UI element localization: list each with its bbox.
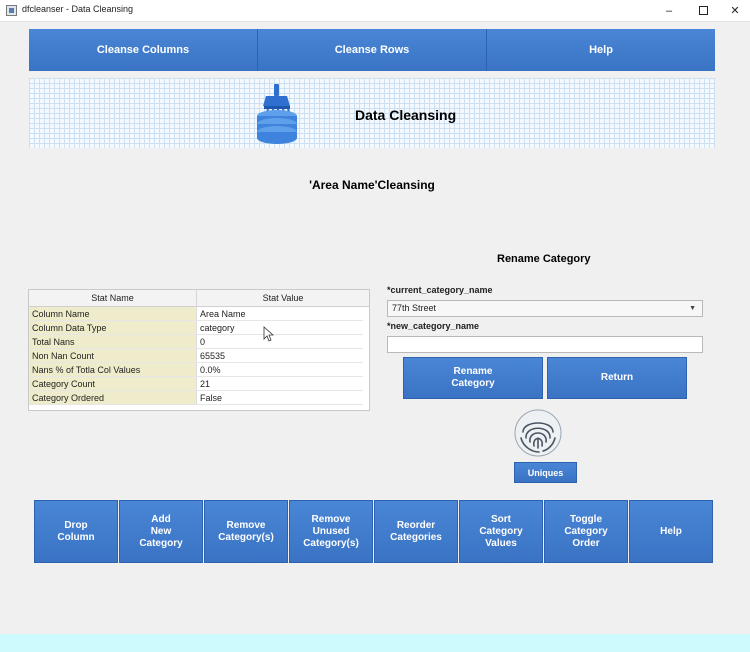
current-category-select[interactable]: 77th Street ▼ [387,300,703,317]
add-new-category-button[interactable]: Add New Category [119,500,203,563]
new-category-label: *new_category_name [387,321,480,331]
window-titlebar: dfcleanser - Data Cleansing – ✕ [0,0,750,22]
remove-unused-category-button[interactable]: Remove Unused Category(s) [289,500,373,563]
footer-bar [0,634,750,652]
chevron-down-icon: ▼ [689,305,696,312]
return-button[interactable]: Return [547,357,687,399]
help-button[interactable]: Help [629,500,713,563]
section-title: 'Area Name'Cleansing [309,178,435,192]
stat-value: 65535 [196,349,363,362]
header-stat-name: Stat Name [91,293,134,303]
cleanse-columns-button[interactable]: Cleanse Columns [29,29,258,71]
stat-value: 21 [196,377,363,390]
stat-name: Column Data Type [29,321,196,334]
database-brush-icon [257,84,297,144]
banner-title: Data Cleansing [355,107,457,123]
drop-column-button[interactable]: Drop Column [34,500,118,563]
table-row: Column Data Type category [29,321,363,335]
mouse-cursor-icon [263,326,274,342]
table-row: Column Name Area Name [29,307,363,321]
stat-value: Area Name [196,307,363,320]
current-category-label: *current_category_name [387,285,493,295]
stat-name: Column Name [29,307,196,320]
stat-value: category [196,321,363,334]
stat-name: Category Ordered [29,391,196,404]
table-row: Non Nan Count 65535 [29,349,363,363]
stat-value: 0.0% [196,363,363,376]
maximize-icon [698,6,708,15]
stats-header: Stat Name Stat Value [29,290,369,307]
stat-name: Nans % of Totla Col Values [29,363,196,376]
remove-category-button[interactable]: Remove Category(s) [204,500,288,563]
stat-name: Category Count [29,377,196,390]
fingerprint-icon [514,409,562,457]
table-row: Category Ordered False [29,391,363,405]
reorder-categories-button[interactable]: Reorder Categories [374,500,458,563]
help-nav-button[interactable]: Help [487,29,715,71]
current-category-value: 77th Street [392,303,437,313]
table-row: Nans % of Totla Col Values 0.0% [29,363,363,377]
window-title: dfcleanser - Data Cleansing [22,4,134,14]
uniques-button[interactable]: Uniques [514,462,577,483]
banner: Data Cleansing [29,78,715,148]
toggle-category-order-button[interactable]: Toggle Category Order [544,500,628,563]
cleanse-rows-button[interactable]: Cleanse Rows [258,29,487,71]
table-row: Total Nans 0 [29,335,363,349]
stat-name: Non Nan Count [29,349,196,362]
stat-value: False [196,391,363,404]
minimize-button[interactable]: – [652,0,686,22]
stat-value: 0 [196,335,363,348]
table-row: Category Count 21 [29,377,363,391]
close-button[interactable]: ✕ [718,0,750,22]
maximize-button[interactable] [686,0,720,22]
stat-name: Total Nans [29,335,196,348]
rename-category-button[interactable]: Rename Category [403,357,543,399]
rename-category-title: Rename Category [497,253,591,265]
stats-table: Stat Name Stat Value Column Name Area Nam… [28,289,370,411]
app-icon [6,5,17,16]
new-category-input[interactable] [387,336,703,353]
sort-category-values-button[interactable]: Sort Category Values [459,500,543,563]
header-stat-value: Stat Value [196,290,369,306]
top-nav: Cleanse Columns Cleanse Rows Help [29,29,715,71]
